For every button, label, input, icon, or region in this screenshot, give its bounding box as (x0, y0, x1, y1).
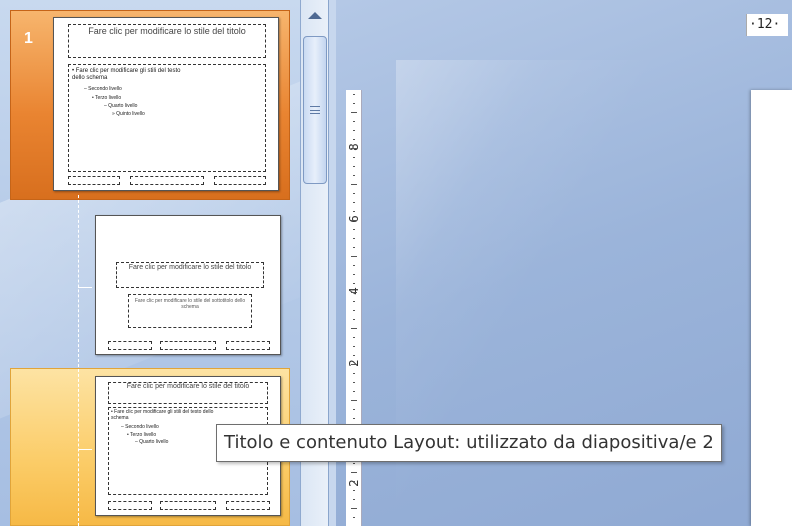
ruler-tick (353, 193, 355, 194)
ruler-tick (353, 265, 355, 266)
ruler-tick (353, 355, 355, 356)
title-placeholder: Fare clic per modificare lo stile del ti… (116, 262, 264, 288)
ruler-number: 2 (347, 479, 361, 487)
ruler-tick (351, 364, 357, 365)
body-level-1: • Fare clic per modificare gli stili del… (111, 409, 214, 421)
scrollbar-thumb[interactable] (303, 36, 327, 184)
ruler-tick (353, 382, 355, 383)
arrow-up-icon (308, 11, 322, 19)
ruler-tick (351, 508, 357, 509)
slide-master-thumbnail[interactable]: Fare clic per modificare lo stile del ti… (53, 17, 279, 191)
ruler-tick (351, 220, 357, 221)
ruler-tick (351, 148, 357, 149)
ruler-tick (353, 319, 355, 320)
body-level-4: – Quarto livello (104, 103, 138, 110)
ruler-tick (353, 463, 355, 464)
ruler-tick (353, 238, 355, 239)
date-placeholder (108, 501, 152, 510)
ruler-tick (353, 517, 355, 518)
ruler-tick (353, 130, 355, 131)
ruler-tick (351, 328, 357, 329)
content-placeholder: • Fare clic per modificare gli stili del… (68, 64, 266, 172)
ruler-tick (353, 229, 355, 230)
ruler-tick (353, 283, 355, 284)
footer-placeholder (160, 341, 216, 350)
ruler-tick (353, 121, 355, 122)
ruler-tick (353, 274, 355, 275)
ruler-tick (353, 418, 355, 419)
ruler-tick (353, 211, 355, 212)
title-slide-layout-thumbnail[interactable]: Fare clic per modificare lo stile del ti… (95, 215, 281, 355)
body-level-3: • Terzo livello (92, 94, 122, 101)
ruler-tick (353, 310, 355, 311)
ruler-tick (353, 247, 355, 248)
ruler-tick (353, 499, 355, 500)
ruler-tick (353, 391, 355, 392)
ruler-tick (353, 373, 355, 374)
grip-icon (310, 106, 320, 114)
ruler-tick (351, 256, 357, 257)
ruler-tick (353, 175, 355, 176)
ruler-tick (351, 184, 357, 185)
layout-connector-tick (78, 287, 92, 288)
ruler-tick (353, 94, 355, 95)
ruler-tick (353, 103, 355, 104)
slide-number-placeholder (226, 501, 270, 510)
ruler-tick (351, 292, 357, 293)
slide-canvas[interactable] (751, 90, 792, 526)
ruler-tick (353, 481, 355, 482)
slide-number-placeholder (226, 341, 270, 350)
ruler-number: 8 (347, 143, 361, 151)
ruler-number: 4 (347, 287, 361, 295)
ruler-tick (353, 337, 355, 338)
ruler-number: 6 (347, 215, 361, 223)
slide-number: 1 (24, 30, 33, 47)
ruler-tick (353, 166, 355, 167)
title-placeholder: Fare clic per modificare lo stile del ti… (108, 382, 268, 404)
body-level-5: » Quinto livello (112, 110, 145, 117)
scroll-up-button[interactable] (303, 2, 327, 28)
ruler-tick (353, 202, 355, 203)
footer-placeholder (130, 176, 204, 185)
subtitle-placeholder: Fare clic per modificare lo stile del so… (128, 294, 252, 328)
ruler-tick (351, 472, 357, 473)
title-placeholder: Fare clic per modificare lo stile del ti… (68, 24, 266, 58)
date-placeholder (108, 341, 152, 350)
ruler-tick (351, 112, 357, 113)
layout-tooltip: Titolo e contenuto Layout: utilizzato da… (216, 424, 722, 462)
ruler-tick (353, 409, 355, 410)
ruler-number: 2 (347, 359, 361, 367)
layout-connector-tick (78, 449, 92, 450)
layout-connector-line (78, 195, 79, 526)
footer-placeholder (160, 501, 216, 510)
body-level-2: – Secondo livello (84, 86, 122, 93)
ruler-tick (353, 301, 355, 302)
ruler-tick (353, 157, 355, 158)
ruler-tick (351, 400, 357, 401)
ruler-tick (353, 490, 355, 491)
date-placeholder (68, 176, 120, 185)
slide-number-placeholder (214, 176, 266, 185)
body-level-1: • Fare clic per modificare gli stili del… (72, 68, 181, 81)
horizontal-ruler: ·12· (746, 14, 788, 36)
ruler-tick (353, 346, 355, 347)
ruler-tick (353, 139, 355, 140)
